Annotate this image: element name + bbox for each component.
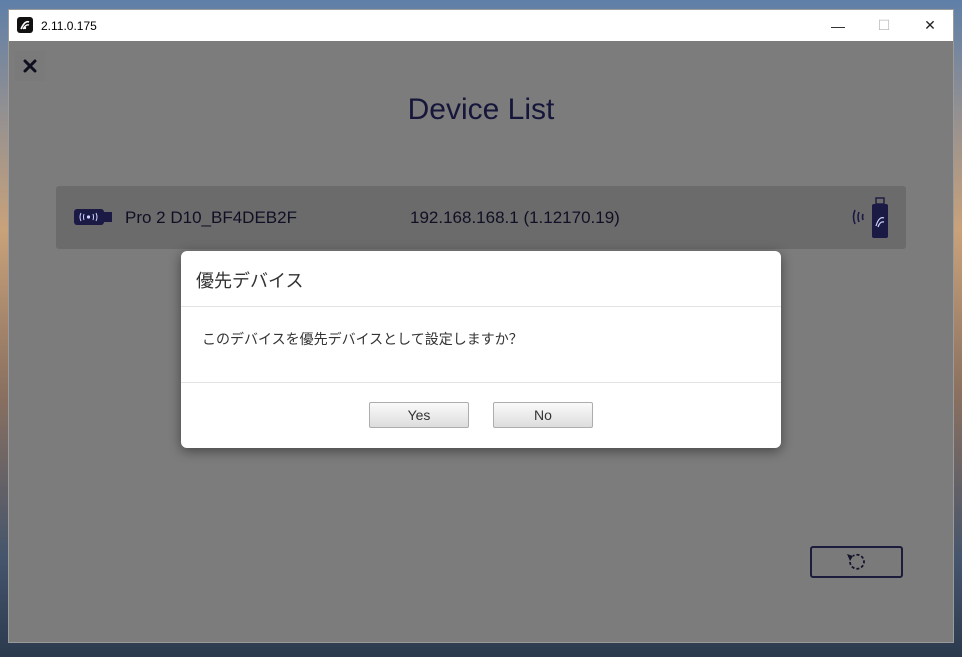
wireless-dongle-icon <box>852 197 888 238</box>
minimize-button[interactable]: — <box>815 10 861 41</box>
dialog-message: このデバイスを優先デバイスとして設定しますか？ <box>202 331 523 347</box>
refresh-button[interactable] <box>810 546 903 578</box>
yes-button[interactable]: Yes <box>369 402 469 428</box>
close-button[interactable] <box>15 51 45 81</box>
device-ip-address: 192.168.168.1 (1.12170.19) <box>410 208 620 227</box>
no-button[interactable]: No <box>493 402 593 428</box>
page-title: Device List <box>407 93 555 126</box>
dialog-body: このデバイスを優先デバイスとして設定しますか？ <box>181 307 781 383</box>
window-close-button[interactable]: ✕ <box>907 10 953 41</box>
dialog-title: 優先デバイス <box>196 271 304 291</box>
app-logo-icon <box>17 17 33 33</box>
dialog-header: 優先デバイス <box>181 251 781 307</box>
title-bar[interactable]: 2.11.0.175 — ☐ ✕ <box>9 10 953 41</box>
device-name: Pro 2 D10_BF4DEB2F <box>125 208 297 227</box>
usb-dongle-icon <box>74 209 112 225</box>
window-title: 2.11.0.175 <box>41 19 97 33</box>
refresh-icon <box>846 553 865 570</box>
maximize-button[interactable]: ☐ <box>861 10 907 41</box>
device-list-item[interactable]: Pro 2 D10_BF4DEB2F 192.168.168.1 (1.1217… <box>56 186 906 249</box>
close-icon <box>23 59 37 73</box>
priority-device-dialog: 優先デバイス このデバイスを優先デバイスとして設定しますか？ Yes No <box>181 251 781 448</box>
